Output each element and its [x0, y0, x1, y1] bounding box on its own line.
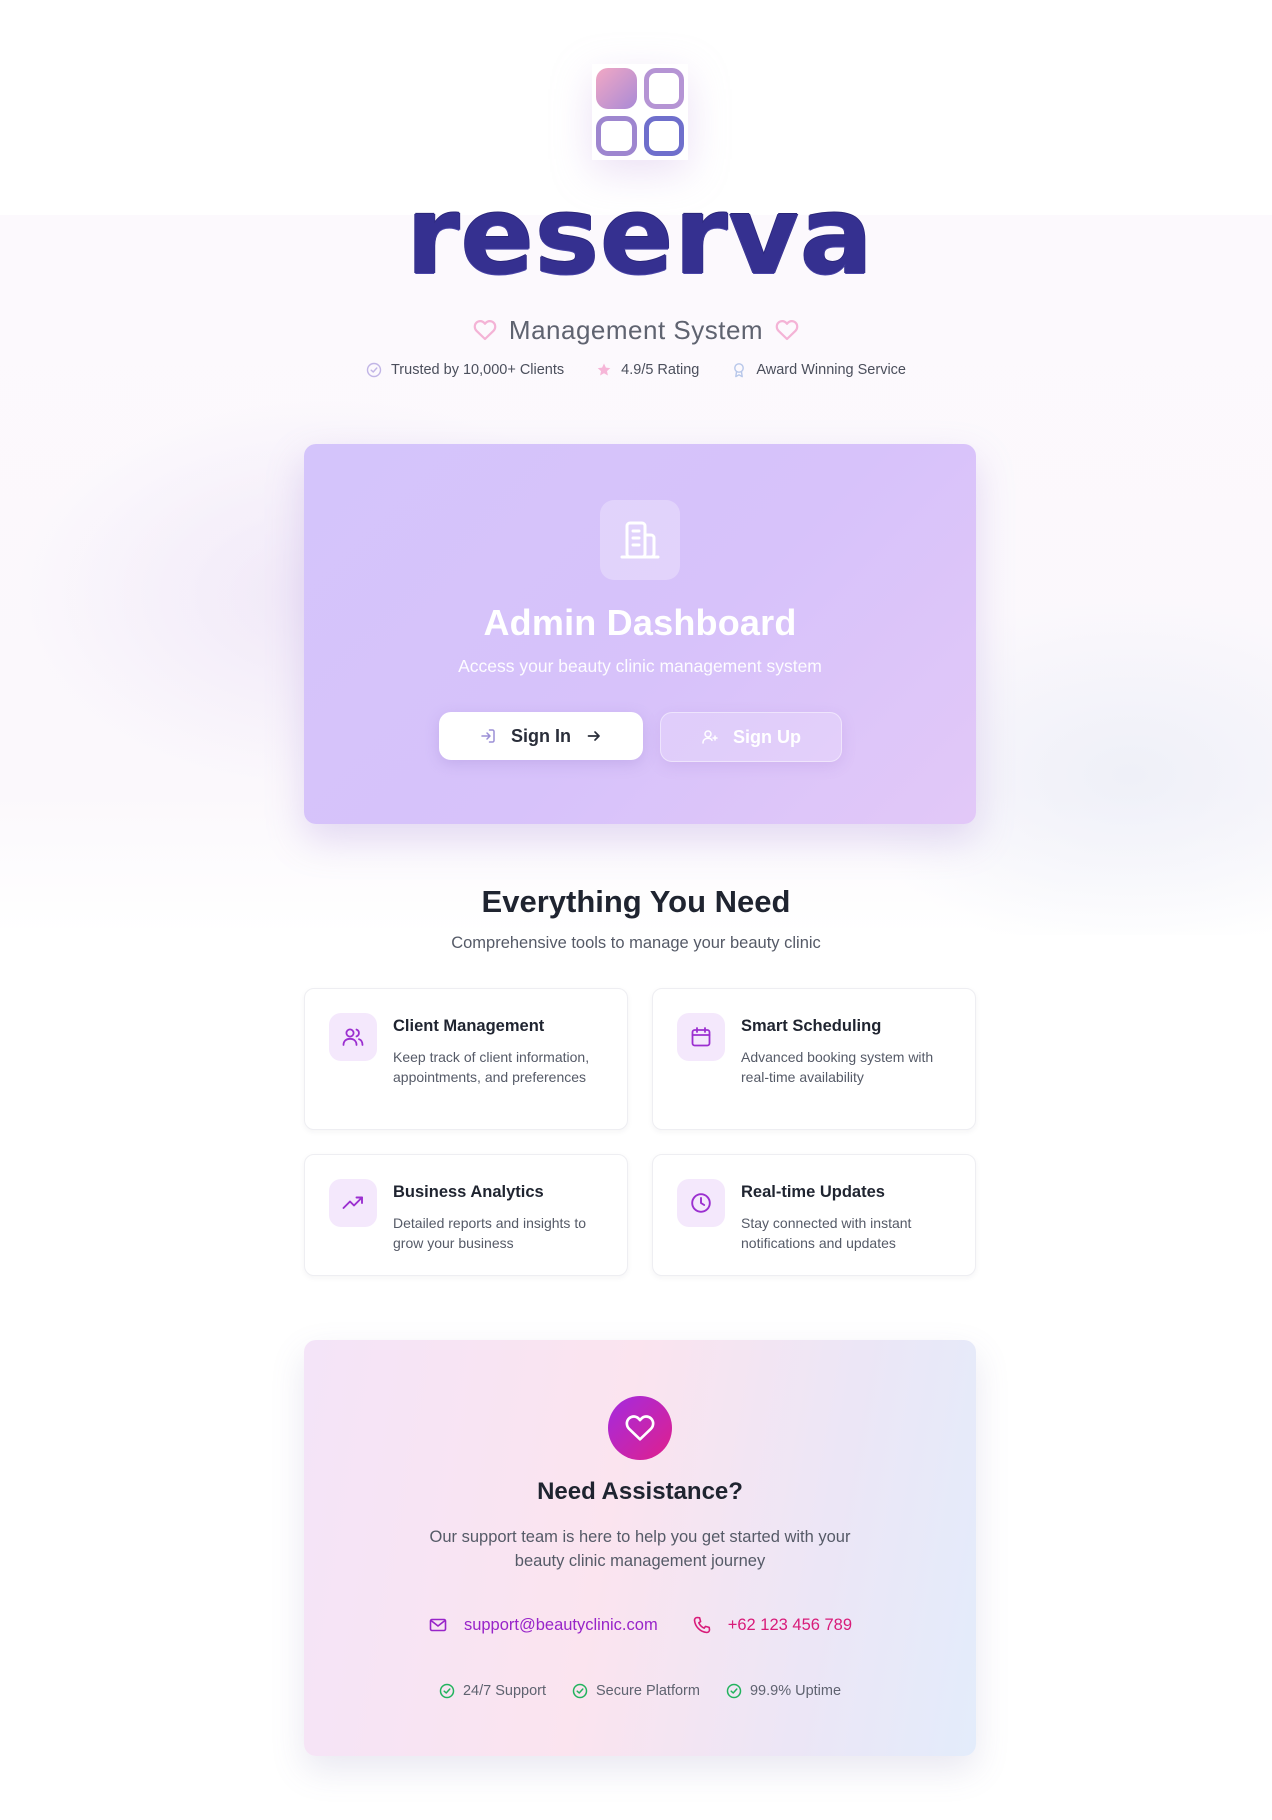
assurance-badge: 24/7 Support	[439, 1683, 546, 1699]
contact-row: support@beautyclinic.com +62 123 456 789	[304, 1610, 976, 1640]
assurance-badge: Secure Platform	[572, 1683, 700, 1699]
admin-subtitle: Access your beauty clinic management sys…	[458, 656, 822, 676]
log-in-icon	[481, 729, 495, 743]
check-circle-icon	[439, 1683, 455, 1699]
check-circle-icon	[366, 362, 382, 378]
logo-tile	[596, 68, 637, 109]
feature-icon-container	[677, 1013, 725, 1061]
heart-icon	[775, 320, 799, 341]
feature-title: Client Management	[393, 1017, 545, 1035]
assistance-card: Need Assistance? Our support team is her…	[304, 1340, 976, 1756]
assurance-badge-label: 99.9% Uptime	[749, 1683, 842, 1699]
feature-description: Detailed reports and insights to grow yo…	[393, 1215, 586, 1251]
feature-body: Smart Scheduling Advanced booking system…	[741, 1013, 953, 1109]
admin-icon-container	[600, 500, 680, 580]
assurance-badge-label: 24/7 Support	[462, 1683, 546, 1699]
brand-wordmark: reserva	[406, 174, 874, 299]
feature-card-business-analytics: Business Analytics Detailed reports and …	[304, 1154, 628, 1276]
sign-in-button[interactable]: Sign In	[439, 712, 643, 760]
building-icon	[620, 521, 660, 559]
trust-badges: Trusted by 10,000+ Clients 4.9/5 Rating …	[0, 358, 1272, 382]
feature-body: Business Analytics Detailed reports and …	[393, 1179, 605, 1255]
feature-body: Real-time Updates Stay connected with in…	[741, 1179, 953, 1255]
heart-icon	[625, 1415, 655, 1441]
heart-icon	[473, 320, 497, 341]
logo-grid-icon	[592, 64, 688, 160]
features-title: Everything You Need	[481, 884, 791, 919]
support-email-link[interactable]: support@beautyclinic.com	[428, 1615, 658, 1635]
feature-description: Keep track of client information, appoin…	[393, 1049, 590, 1085]
feature-icon-container	[677, 1179, 725, 1227]
user-plus-icon	[702, 730, 718, 744]
trust-badge-label: 4.9/5 Rating	[621, 362, 700, 378]
mail-icon	[429, 1618, 447, 1632]
check-circle-icon	[572, 1683, 588, 1699]
support-phone-link[interactable]: +62 123 456 789	[692, 1615, 852, 1635]
admin-title: Admin Dashboard	[483, 602, 797, 643]
assistance-icon-container	[608, 1396, 672, 1460]
feature-description: Stay connected with instant notification…	[741, 1215, 912, 1251]
assurance-badge-label: Secure Platform	[596, 1683, 700, 1699]
trust-badge-clients: Trusted by 10,000+ Clients	[366, 362, 564, 378]
arrow-right-icon	[587, 731, 600, 741]
feature-body: Client Management Keep track of client i…	[393, 1013, 605, 1109]
features-subtitle: Comprehensive tools to manage your beaut…	[451, 934, 821, 952]
feature-icon-container	[329, 1179, 377, 1227]
award-icon	[734, 363, 745, 378]
star-icon	[597, 363, 611, 376]
support-email: support@beautyclinic.com	[463, 1615, 658, 1634]
trust-badge-rating: 4.9/5 Rating	[596, 362, 699, 378]
clock-icon	[691, 1193, 711, 1213]
phone-icon	[693, 1616, 711, 1634]
feature-description: Advanced booking system with real-time a…	[741, 1049, 934, 1085]
feature-card-smart-scheduling: Smart Scheduling Advanced booking system…	[652, 988, 976, 1130]
sign-up-label: Sign Up	[733, 726, 801, 747]
trust-badge-label: Trusted by 10,000+ Clients	[390, 362, 565, 378]
feature-title: Smart Scheduling	[741, 1017, 882, 1035]
assistance-description: Our support team is here to help you get…	[429, 1528, 851, 1570]
trust-badge-award: Award Winning Service	[731, 362, 906, 378]
brand-subtitle: Management System	[508, 314, 764, 345]
feature-card-realtime-updates: Real-time Updates Stay connected with in…	[652, 1154, 976, 1276]
calendar-icon	[691, 1027, 711, 1047]
feature-card-client-management: Client Management Keep track of client i…	[304, 988, 628, 1130]
logo-tile	[643, 115, 684, 156]
admin-dashboard-card: Admin Dashboard Access your beauty clini…	[304, 444, 976, 824]
trending-up-icon	[342, 1196, 363, 1209]
feature-title: Business Analytics	[393, 1183, 544, 1201]
feature-icon-container	[329, 1013, 377, 1061]
users-icon	[342, 1028, 364, 1046]
logo-tile	[596, 115, 637, 156]
assurance-badge: 99.9% Uptime	[726, 1683, 841, 1699]
support-phone: +62 123 456 789	[727, 1615, 853, 1634]
assurance-badges: 24/7 Support Secure Platform 99.9% Uptim…	[304, 1680, 976, 1702]
trust-badge-label: Award Winning Service	[756, 362, 906, 378]
sign-up-button[interactable]: Sign Up	[660, 712, 842, 762]
brand-subtitle-row: Management System	[0, 310, 1272, 350]
logo-tile	[643, 68, 684, 109]
feature-title: Real-time Updates	[741, 1183, 885, 1201]
check-circle-icon	[726, 1683, 742, 1699]
landing-page: reserva Management System Trusted by 10,…	[0, 0, 1272, 1820]
sign-in-label: Sign In	[511, 725, 571, 746]
assistance-title: Need Assistance?	[537, 1478, 743, 1505]
